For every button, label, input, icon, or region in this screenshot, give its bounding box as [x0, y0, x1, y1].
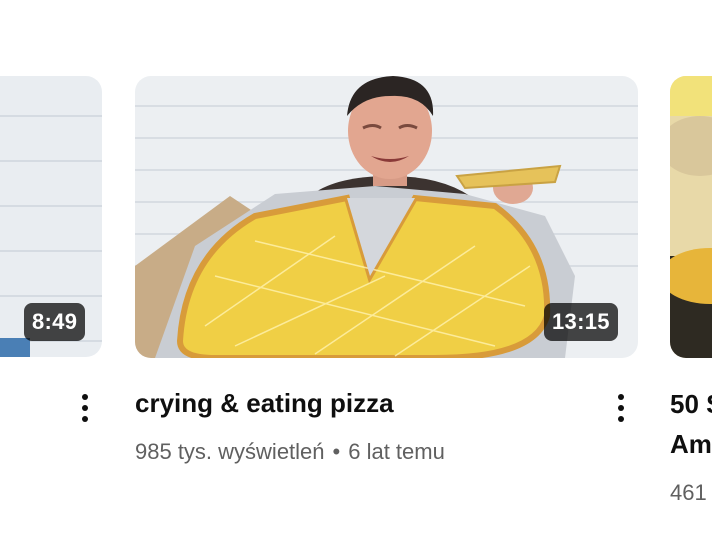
thumbnail-image-right [670, 76, 712, 358]
video-metadata: 985 tys. wyświetleń • 6 lat temu [135, 437, 445, 467]
more-vert-icon [82, 394, 88, 400]
more-options-button-left[interactable] [70, 388, 100, 428]
video-title-right-line2: Am [670, 429, 712, 459]
video-thumbnail[interactable]: 13:15 [135, 76, 638, 358]
duration-badge: 8:49 [24, 303, 86, 341]
video-thumbnail-left[interactable]: 8:49 [0, 76, 102, 357]
view-count: 985 tys. wyświetleń [135, 439, 325, 464]
view-count-right: 461 [670, 480, 707, 505]
meta-separator: • [332, 439, 341, 464]
video-title[interactable]: crying & eating pizza [135, 384, 394, 422]
video-title-right[interactable]: 50 S Am [670, 384, 712, 464]
video-thumbnail-right[interactable] [670, 76, 712, 358]
video-title-right-line1: 50 S [670, 389, 712, 419]
more-vert-icon [618, 394, 624, 400]
upload-age: 6 lat temu [348, 439, 445, 464]
more-options-button[interactable] [606, 388, 636, 428]
duration-badge: 13:15 [544, 303, 618, 341]
video-feed: 8:49 13:15 crying & eating pizza 985 tys… [0, 0, 712, 558]
